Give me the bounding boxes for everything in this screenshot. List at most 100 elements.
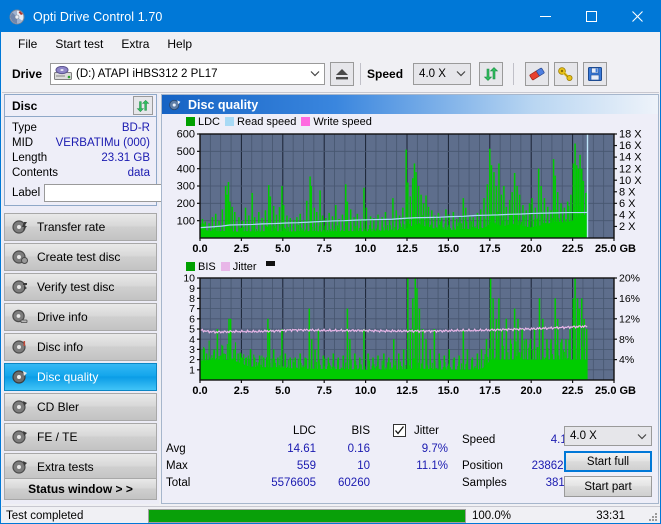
status-window-button[interactable]: Status window > > [4,478,157,500]
disc-row-type: Type BD-R [12,121,150,136]
menu-start-test[interactable]: Start test [47,35,111,53]
sidebar-item-label: Disc quality [37,370,99,384]
sidebar-item-label: Disc info [37,340,84,354]
sidebar-item-disc-info[interactable]: Disc info [4,333,157,361]
legend-write-speed: Write speed [301,116,372,128]
legend-label: Read speed [237,115,297,128]
sidebar-item-create-test-disc[interactable]: Create test disc [4,243,157,271]
svg-text:10.0: 10.0 [355,243,376,255]
sidebar-item-verify-test-disc[interactable]: Verify test disc [4,273,157,301]
disc-bler-icon [11,398,29,416]
svg-text:2.5: 2.5 [234,385,249,397]
drive-info-icon [11,308,29,326]
disc-panel-title: Disc [12,98,38,113]
status-message: Test completed [6,509,84,522]
svg-text:12 X: 12 X [619,163,642,175]
legend-label: Jitter [232,260,257,273]
svg-text:20.0: 20.0 [520,385,541,397]
svg-text:12.5: 12.5 [396,385,417,397]
maximize-button[interactable] [568,1,614,32]
ldc-chart[interactable]: 100 200 300 400 500 600 2 X4 X6 X8 X 10 X 12 X 14… [162,128,658,258]
legend-swatch [220,262,230,271]
chevron-down-icon[interactable] [310,64,320,84]
erase-disc-button[interactable] [525,61,550,86]
drive-select[interactable]: (D:) ATAPI iHBS312 2 PL17 [50,62,326,85]
sidebar-item-label: CD Bler [37,400,80,414]
close-button[interactable] [614,1,660,32]
disc-quality-icon [11,368,29,386]
stats-header-ldc: LDC [292,425,316,437]
speed-select[interactable]: 4.0 X [413,62,472,85]
disc-key: Contents [12,167,59,179]
refresh-drive-button[interactable] [479,61,504,86]
minimize-button[interactable] [522,1,568,32]
chart-marker-icon [265,261,275,266]
disc-key: MID [12,137,34,149]
stats-row-label-total: Total [166,477,191,489]
chevron-down-icon[interactable] [456,64,466,84]
sidebar-item-drive-info[interactable]: Drive info [4,303,157,331]
svg-text:25.0 GB: 25.0 GB [595,385,636,397]
disc-info-panel: Disc Type BD-R MID VERBATIMu (000) Lengt… [4,94,252,206]
start-full-button[interactable]: Start full [564,451,652,472]
stats-avg-bis: 0.16 [347,443,370,455]
svg-text:7.5: 7.5 [317,243,332,255]
disc-row-mid: MID VERBATIMu (000) [12,136,150,151]
legend-label: BIS [198,260,216,273]
jitter-checkbox[interactable] [393,424,406,437]
svg-text:10 X: 10 X [619,175,642,187]
stats-panel: LDC BIS Jitter Avg Max Total 14.61 559 5… [162,420,658,503]
stats-speed-label: Speed [462,434,496,446]
window-title: Opti Drive Control 1.70 [33,9,163,24]
bis-chart[interactable]: 1 2 3 4 5 6 7 8 9 10 4% 8% 12% 16% 20% 0.0 2.5 5.0 7.5 10.0… [162,272,658,400]
app-disc-icon [9,9,25,25]
svg-text:2: 2 [189,354,195,366]
sidebar-item-label: Extra tests [37,460,94,474]
disc-value: BD-R [121,122,150,134]
sidebar-item-cd-bler[interactable]: CD Bler [4,393,157,421]
svg-text:25.0 GB: 25.0 GB [595,243,636,255]
menu-bar: File Start test Extra Help [2,32,659,55]
svg-text:7.5: 7.5 [317,385,332,397]
sidebar-item-label: Transfer rate [37,220,106,234]
menu-file[interactable]: File [10,35,45,53]
speed-value: 4.0 X [419,67,446,80]
speed-label: Speed [367,66,404,81]
toolbar-divider [513,62,515,85]
svg-text:100: 100 [177,215,195,227]
resize-grip-icon[interactable] [647,510,659,522]
save-button[interactable] [583,61,608,86]
sidebar-item-fe-te[interactable]: FE / TE [4,423,157,451]
legend-read-speed: Read speed [225,116,296,128]
sidebar-item-transfer-rate[interactable]: Transfer rate [4,213,157,241]
title-bar: Opti Drive Control 1.70 [1,1,660,32]
start-part-button[interactable]: Start part [564,476,652,497]
disc-value: VERBATIMu (000) [55,137,150,149]
eject-button[interactable] [330,61,355,86]
svg-text:22.5: 22.5 [562,385,583,397]
refresh-disc-button[interactable] [133,96,153,115]
test-speed-select[interactable]: 4.0 X [564,426,652,446]
svg-text:6 X: 6 X [619,198,636,210]
svg-text:0.0: 0.0 [192,243,207,255]
stats-row-label-avg: Avg [166,443,186,455]
stats-position-label: Position [462,460,503,472]
menu-extra[interactable]: Extra [113,35,157,53]
menu-help[interactable]: Help [159,35,200,53]
sidebar-item-label: FE / TE [37,430,78,444]
opti-drive-control-window: Opti Drive Control 1.70 File Start test … [0,0,661,524]
sidebar-item-extra-tests[interactable]: Extra tests [4,453,157,481]
legend-swatch [186,262,195,271]
chevron-down-icon[interactable] [637,427,647,445]
progress-percent: 100.0% [472,509,512,522]
sidebar-item-disc-quality[interactable]: Disc quality [4,363,157,391]
key-button[interactable] [554,61,579,86]
svg-text:14 X: 14 X [619,152,642,164]
stats-total-ldc: 5576605 [271,477,316,489]
bis-chart-legend: BIS Jitter [162,258,658,273]
svg-text:10.0: 10.0 [355,385,376,397]
stats-avg-ldc: 14.61 [287,443,316,455]
sidebar: Disc Type BD-R MID VERBATIMu (000) Lengt… [2,94,252,504]
legend-ldc: LDC [186,116,220,128]
legend-label: Write speed [313,115,372,128]
